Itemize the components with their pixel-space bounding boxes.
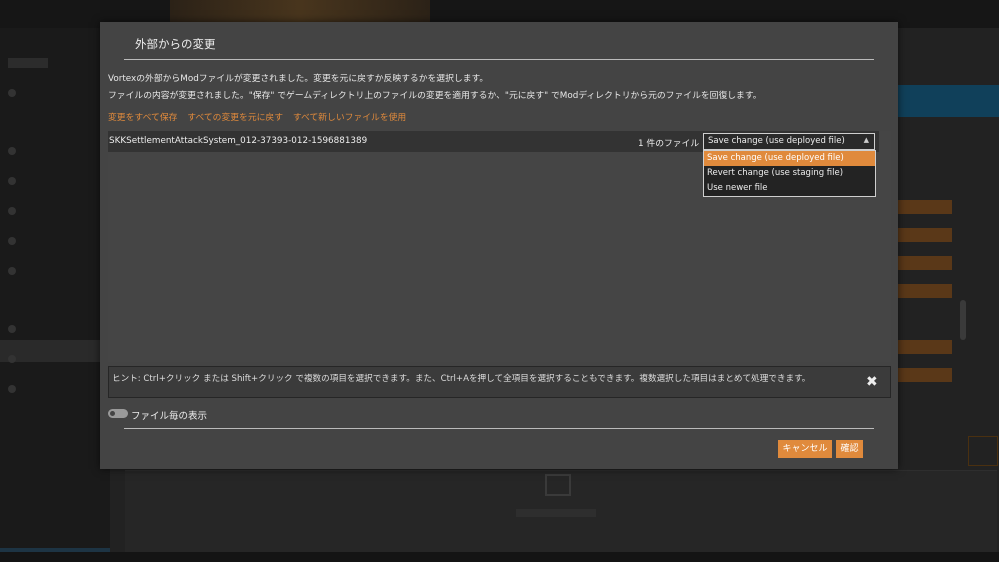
caret-up-icon: ▲ bbox=[863, 136, 869, 144]
per-file-toggle-label: ファイル毎の表示 bbox=[131, 411, 208, 422]
background-sidebar-item bbox=[8, 236, 98, 246]
background-sidebar-item bbox=[8, 354, 98, 364]
background-statusbar bbox=[0, 552, 999, 562]
background-drop-icon bbox=[545, 474, 571, 496]
dialog-description-detail: ファイルの内容が変更されました。"保存" でゲームディレクトリ上のファイルの変更… bbox=[108, 91, 762, 101]
background-right-button bbox=[898, 228, 952, 242]
hint-text: ヒント: Ctrl+クリック または Shift+クリック で複数の項目を選択で… bbox=[112, 374, 811, 384]
revert-all-link[interactable]: すべての変更を元に戻す bbox=[187, 113, 283, 123]
background-sidebar-item bbox=[8, 146, 98, 156]
background-right-button bbox=[898, 256, 952, 270]
action-dropdown-menu: Save change (use deployed file) Revert c… bbox=[703, 150, 876, 197]
background-sidebar-item bbox=[8, 384, 98, 394]
save-all-link[interactable]: 変更をすべて保存 bbox=[108, 113, 177, 123]
background-sidebar bbox=[0, 28, 110, 562]
background-sidebar-item bbox=[8, 266, 98, 276]
title-divider bbox=[124, 59, 874, 60]
background-sidebar-item bbox=[8, 324, 98, 334]
table-row[interactable]: SKKSettlementAttackSystem_012-37393-012-… bbox=[108, 131, 879, 152]
mod-name: SKKSettlementAttackSystem_012-37393-012-… bbox=[109, 136, 368, 146]
background-game-banner bbox=[170, 0, 430, 22]
dialog-description: Vortexの外部からModファイルが変更されました。変更を元に戻すか反映するか… bbox=[108, 74, 489, 84]
cancel-button[interactable]: キャンセル bbox=[778, 440, 832, 458]
background-right-button bbox=[898, 284, 952, 298]
background-right-banner bbox=[897, 85, 999, 117]
action-select[interactable]: Save change (use deployed file) ▲ bbox=[703, 133, 875, 150]
background-scrollbar bbox=[960, 300, 966, 340]
bulk-actions: 変更をすべて保存 すべての変更を元に戻す すべて新しいファイルを使用 bbox=[108, 110, 413, 123]
hint-box: ヒント: Ctrl+クリック または Shift+クリック で複数の項目を選択で… bbox=[108, 366, 891, 398]
option-use-newer[interactable]: Use newer file bbox=[704, 181, 875, 196]
background-logo bbox=[8, 58, 48, 68]
footer-divider bbox=[124, 428, 874, 429]
per-file-toggle[interactable] bbox=[108, 409, 128, 418]
option-save-change[interactable]: Save change (use deployed file) bbox=[704, 151, 875, 166]
background-drop-text bbox=[516, 509, 596, 517]
confirm-button[interactable]: 確認 bbox=[836, 440, 863, 458]
background-right-button bbox=[898, 340, 952, 354]
background-sidebar-item bbox=[8, 206, 98, 216]
background-corner-panel bbox=[968, 436, 998, 466]
background-right-button bbox=[898, 368, 952, 382]
close-icon[interactable]: ✖ bbox=[866, 375, 878, 389]
option-revert-change[interactable]: Revert change (use staging file) bbox=[704, 166, 875, 181]
background-sidebar-item bbox=[8, 88, 98, 98]
background-sidebar-item bbox=[8, 176, 98, 186]
use-newer-all-link[interactable]: すべて新しいファイルを使用 bbox=[293, 113, 406, 123]
dialog-title: 外部からの変更 bbox=[135, 37, 216, 51]
file-count: 1 件のファイル bbox=[638, 139, 700, 149]
action-select-value: Save change (use deployed file) bbox=[708, 136, 845, 146]
background-right-button bbox=[898, 200, 952, 214]
external-changes-dialog: 外部からの変更 Vortexの外部からModファイルが変更されました。変更を元に… bbox=[100, 22, 898, 469]
